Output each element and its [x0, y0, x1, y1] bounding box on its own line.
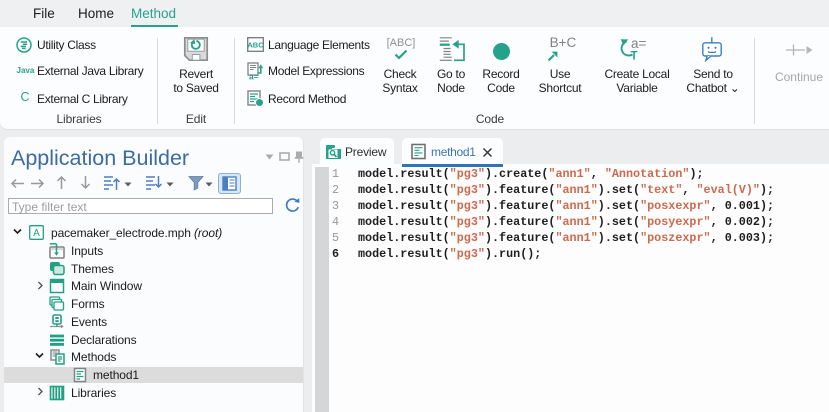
svg-text:a=: a= — [631, 36, 647, 51]
svg-text:A: A — [33, 228, 40, 239]
svg-text:ABC: ABC — [247, 41, 264, 50]
svg-text:T: T — [631, 51, 638, 63]
svg-text:a=: a= — [249, 72, 259, 81]
